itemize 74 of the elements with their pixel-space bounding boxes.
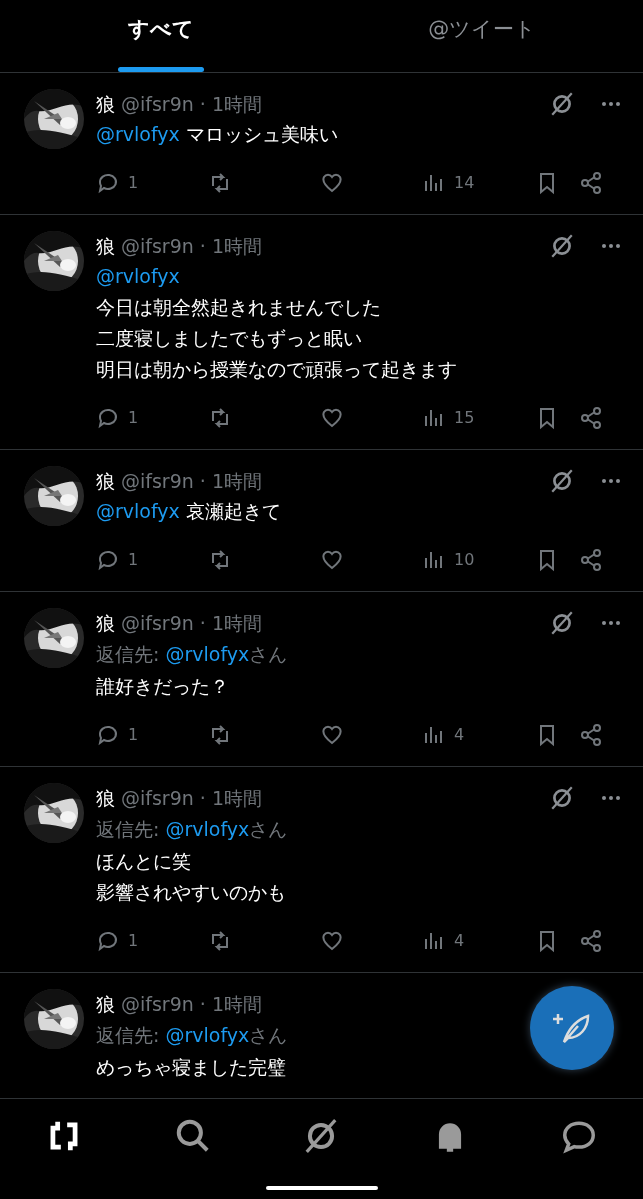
author-name[interactable]: 狼 bbox=[96, 608, 115, 638]
tweet-text: 影響されやすいのかも bbox=[96, 881, 286, 903]
reply-context: 返信先: @rvlofyxさん bbox=[96, 1023, 288, 1048]
reply-icon[interactable] bbox=[96, 171, 120, 195]
author-name[interactable]: 狼 bbox=[96, 89, 115, 119]
tab[interactable]: @ツイート bbox=[321, 0, 643, 72]
reply-count: 1 bbox=[128, 549, 139, 571]
reply-icon[interactable] bbox=[96, 406, 120, 430]
author-handle: @ifsr9n bbox=[121, 991, 194, 1017]
view-count: 4 bbox=[454, 930, 465, 952]
tweet-text: マロッシュ美味い bbox=[184, 123, 338, 145]
tweet-text: 哀瀬起きて bbox=[184, 500, 281, 522]
tweet-text: 誰好きだった？ bbox=[96, 675, 229, 697]
post-time: · 1時間 bbox=[199, 610, 262, 636]
author-handle: @ifsr9n bbox=[121, 468, 194, 494]
tweet-text: 明日は朝から授業なので頑張って起きます bbox=[96, 358, 457, 380]
slashed-circle-icon[interactable] bbox=[549, 468, 575, 494]
post-time: · 1時間 bbox=[199, 91, 262, 117]
mention-link[interactable]: @rvlofyx bbox=[96, 123, 180, 145]
more-icon[interactable] bbox=[601, 243, 621, 249]
post-time: · 1時間 bbox=[199, 468, 262, 494]
slashed-circle-icon[interactable] bbox=[549, 610, 575, 636]
tweet-text: ほんとに笑 bbox=[96, 850, 191, 872]
tweet-text: 二度寝しましたでもずっと眠い bbox=[96, 327, 362, 349]
like-icon[interactable] bbox=[320, 929, 344, 953]
slashed-circle-icon[interactable] bbox=[549, 785, 575, 811]
tweet-text: 今日は朝全然起きれませんでした bbox=[96, 296, 381, 318]
mention-link[interactable]: @rvlofyx bbox=[96, 500, 180, 522]
share-icon[interactable] bbox=[579, 929, 603, 953]
post-time: · 1時間 bbox=[199, 785, 262, 811]
compose-button[interactable] bbox=[530, 986, 614, 1070]
author-name[interactable]: 狼 bbox=[96, 783, 115, 813]
post-time: · 1時間 bbox=[199, 991, 262, 1017]
like-icon[interactable] bbox=[320, 723, 344, 747]
reply-count: 1 bbox=[128, 930, 139, 952]
slashed-circle-icon[interactable] bbox=[549, 91, 575, 117]
view-count: 4 bbox=[454, 724, 465, 746]
author-name[interactable]: 狼 bbox=[96, 231, 115, 261]
reply-icon[interactable] bbox=[96, 929, 120, 953]
view-count: 14 bbox=[454, 172, 475, 194]
like-icon[interactable] bbox=[320, 171, 344, 195]
post-time: · 1時間 bbox=[199, 233, 262, 259]
more-icon[interactable] bbox=[601, 620, 621, 626]
view-count: 10 bbox=[454, 549, 475, 571]
mention-link[interactable]: @rvlofyx bbox=[165, 818, 250, 840]
view-count: 15 bbox=[454, 407, 475, 429]
share-icon[interactable] bbox=[579, 548, 603, 572]
reply-icon[interactable] bbox=[96, 723, 120, 747]
reply-count: 1 bbox=[128, 172, 139, 194]
author-handle: @ifsr9n bbox=[121, 610, 194, 636]
share-icon[interactable] bbox=[579, 723, 603, 747]
author-name[interactable]: 狼 bbox=[96, 466, 115, 496]
reply-count: 1 bbox=[128, 407, 139, 429]
tab[interactable]: すべて bbox=[0, 0, 322, 72]
reply-icon[interactable] bbox=[96, 548, 120, 572]
share-icon[interactable] bbox=[579, 406, 603, 430]
more-icon[interactable] bbox=[601, 795, 621, 801]
more-icon[interactable] bbox=[601, 101, 621, 107]
author-handle: @ifsr9n bbox=[121, 785, 194, 811]
mention-link[interactable]: @rvlofyx bbox=[165, 643, 250, 665]
share-icon[interactable] bbox=[579, 171, 603, 195]
mention-link[interactable]: @rvlofyx bbox=[165, 1024, 250, 1046]
author-handle: @ifsr9n bbox=[121, 233, 194, 259]
like-icon[interactable] bbox=[320, 406, 344, 430]
author-handle: @ifsr9n bbox=[121, 91, 194, 117]
mention-link[interactable]: @rvlofyx bbox=[96, 265, 180, 287]
author-name[interactable]: 狼 bbox=[96, 989, 115, 1019]
tweet-text: めっちゃ寝ました完璧 bbox=[96, 1056, 286, 1078]
more-icon[interactable] bbox=[601, 478, 621, 484]
reply-context: 返信先: @rvlofyxさん bbox=[96, 817, 288, 842]
reply-count: 1 bbox=[128, 724, 139, 746]
reply-context: 返信先: @rvlofyxさん bbox=[96, 642, 288, 667]
slashed-circle-icon[interactable] bbox=[549, 233, 575, 259]
like-icon[interactable] bbox=[320, 548, 344, 572]
